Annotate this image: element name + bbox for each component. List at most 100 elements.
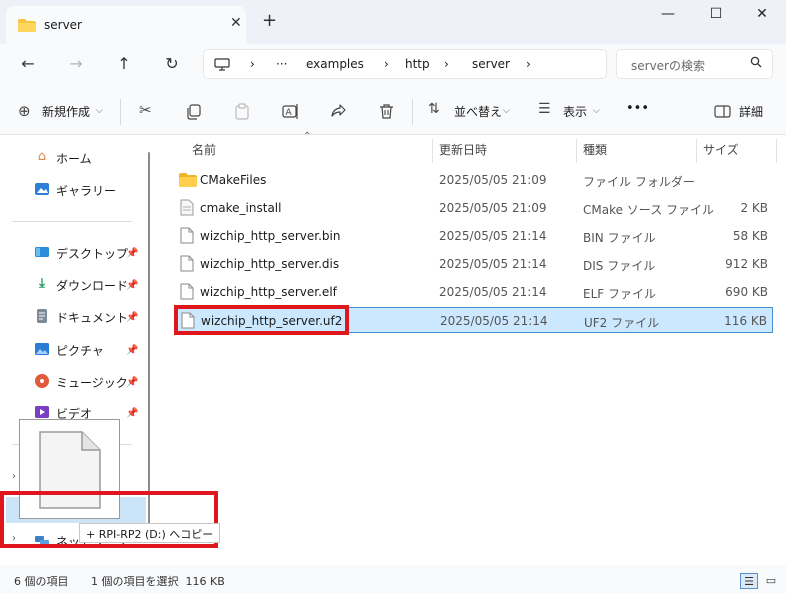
search-input[interactable]: serverの検索 <box>631 57 705 74</box>
sidebar-scrollbar[interactable] <box>148 152 150 524</box>
pin-icon: 📌 <box>126 377 139 388</box>
command-bar: ⊕ 新規作成 ⌵ ✂ A ⇅ 並べ替え ⌵ ☰ 表示 ⌵ ••• 詳細 <box>0 89 786 135</box>
column-separator[interactable] <box>696 139 697 163</box>
divider <box>412 99 413 125</box>
rename-icon[interactable]: A <box>282 103 300 120</box>
details-button[interactable]: 詳細 <box>739 103 763 120</box>
sidebar-item-label: ホーム <box>56 152 92 166</box>
file-size: 58 KB <box>732 229 768 243</box>
chevron-down-icon: ⌵ <box>593 106 600 116</box>
tab-bar: server ✕ + — ☐ ✕ <box>0 0 786 44</box>
refresh-button[interactable]: ↻ <box>159 54 185 73</box>
chevron-down-icon: ⌵ <box>503 106 510 116</box>
file-icon <box>180 283 194 300</box>
view-button[interactable]: 表示 <box>563 103 587 120</box>
file-row[interactable]: wizchip_http_server.elf 2025/05/05 21:14… <box>176 279 773 305</box>
column-header-date[interactable]: 更新日時 <box>439 141 487 158</box>
column-header-size[interactable]: サイズ <box>703 141 739 158</box>
chevron-down-icon: ⌵ <box>96 106 103 116</box>
file-date: 2025/05/05 21:14 <box>439 257 547 271</box>
forward-button[interactable]: → <box>63 54 89 73</box>
pin-icon: 📌 <box>126 280 139 291</box>
sort-button[interactable]: 並べ替え <box>454 103 502 120</box>
paste-icon[interactable] <box>234 103 250 120</box>
file-row[interactable]: wizchip_http_server.bin 2025/05/05 21:14… <box>176 223 773 249</box>
tab-server[interactable]: server ✕ <box>6 6 246 44</box>
minimize-button[interactable]: — <box>656 6 680 22</box>
cmake-file-icon <box>180 199 194 216</box>
home-icon: ⌂ <box>37 149 47 164</box>
breadcrumb-http[interactable]: http <box>405 57 430 71</box>
breadcrumb-separator: › <box>444 57 449 71</box>
gallery-icon <box>35 183 49 195</box>
tab-title: server <box>44 18 82 32</box>
pictures-icon <box>35 343 49 355</box>
sidebar-item-label: デスクトップ <box>56 247 129 261</box>
new-plus-icon: ⊕ <box>18 102 31 120</box>
column-separator[interactable] <box>432 139 433 163</box>
pin-icon: 📌 <box>126 345 139 356</box>
file-size: 116 KB <box>724 314 767 328</box>
details-view-icon[interactable]: ☰ <box>740 573 758 589</box>
file-date: 2025/05/05 21:09 <box>439 201 547 215</box>
breadcrumb-separator: › <box>384 57 389 71</box>
close-window-button[interactable]: ✕ <box>750 6 774 22</box>
svg-text:A: A <box>286 108 293 118</box>
file-size: 2 KB <box>740 201 768 215</box>
file-row[interactable]: wizchip_http_server.dis 2025/05/05 21:14… <box>176 251 773 277</box>
cut-icon[interactable]: ✂ <box>139 101 152 119</box>
breadcrumb-examples[interactable]: examples <box>306 57 364 71</box>
navigation-bar: ← → ↑ ↻ › ··· examples › http › server ›… <box>0 44 786 89</box>
back-button[interactable]: ← <box>15 54 41 73</box>
folder-icon <box>18 19 36 32</box>
file-date: 2025/05/05 21:14 <box>439 285 547 299</box>
column-header-type[interactable]: 種類 <box>583 141 607 158</box>
expand-chevron-icon[interactable]: › <box>12 471 16 482</box>
file-type: UF2 ファイル <box>584 316 660 330</box>
column-separator[interactable] <box>576 139 577 163</box>
drag-tooltip: + RPI-RP2 (D:) へコピー <box>79 523 221 543</box>
sidebar-item-label: ミュージック <box>56 376 128 390</box>
breadcrumb-server[interactable]: server <box>472 57 510 71</box>
pin-icon: 📌 <box>126 408 139 419</box>
search-box[interactable]: serverの検索 <box>616 49 773 79</box>
new-tab-button[interactable]: + <box>262 10 277 31</box>
file-date: 2025/05/05 21:14 <box>440 314 548 328</box>
file-type: DIS ファイル <box>583 259 656 273</box>
address-bar[interactable]: › ··· examples › http › server › <box>203 49 607 79</box>
file-list: ⌃ 名前 更新日時 種類 サイズ CMakeFiles 2025/05/05 2… <box>160 131 786 565</box>
tab-close-icon[interactable]: ✕ <box>230 15 242 31</box>
details-pane-icon <box>714 105 731 118</box>
new-button[interactable]: 新規作成 <box>42 103 90 120</box>
file-date: 2025/05/05 21:14 <box>439 229 547 243</box>
file-row[interactable]: CMakeFiles 2025/05/05 21:09 ファイル フォルダー <box>176 167 773 193</box>
up-button[interactable]: ↑ <box>111 54 137 73</box>
breadcrumb-overflow[interactable]: ··· <box>276 57 287 71</box>
copy-icon[interactable] <box>186 104 202 120</box>
file-size: 690 KB <box>725 285 768 299</box>
file-name: wizchip_http_server.bin <box>200 229 341 243</box>
sort-icon: ⇅ <box>428 101 440 117</box>
search-icon <box>750 56 762 68</box>
file-row[interactable]: cmake_install 2025/05/05 21:09 CMake ソース… <box>176 195 773 221</box>
highlight-box-file <box>174 305 349 335</box>
file-name: wizchip_http_server.dis <box>200 257 340 271</box>
share-icon[interactable] <box>330 103 347 119</box>
more-options-button[interactable]: ••• <box>626 101 649 116</box>
sort-ascending-icon: ⌃ <box>303 131 312 142</box>
breadcrumb-separator: › <box>526 57 531 71</box>
column-separator[interactable] <box>776 139 777 163</box>
maximize-button[interactable]: ☐ <box>704 6 728 22</box>
delete-icon[interactable] <box>379 103 394 120</box>
sidebar-item-label: ドキュメント <box>56 311 129 325</box>
column-header-name[interactable]: 名前 <box>192 141 216 158</box>
status-bar: 6 個の項目 1 個の項目を選択 116 KB ☰ ▭ <box>0 565 786 593</box>
tiles-view-icon[interactable]: ▭ <box>762 573 780 589</box>
file-type: ELF ファイル <box>583 287 656 301</box>
file-date: 2025/05/05 21:09 <box>439 173 547 187</box>
file-name: CMakeFiles <box>200 173 267 187</box>
file-icon <box>180 227 194 244</box>
folder-icon <box>179 173 197 187</box>
file-type: CMake ソース ファイル <box>583 203 715 217</box>
status-selection: 1 個の項目を選択 116 KB <box>91 575 225 588</box>
